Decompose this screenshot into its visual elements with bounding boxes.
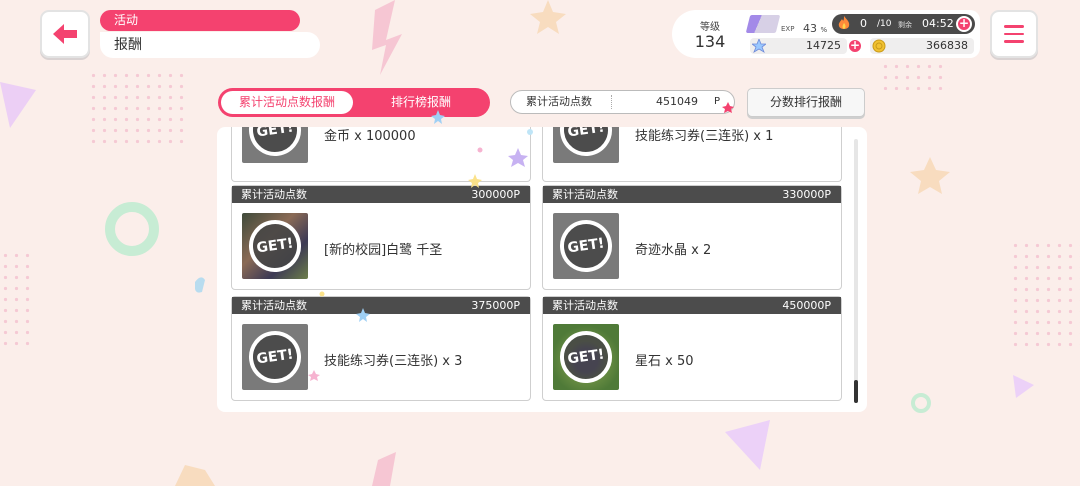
reward-thumbnail: GET! bbox=[553, 324, 619, 390]
reward-name: 金币 x 100000 bbox=[324, 129, 416, 144]
reward-name: 星石 x 50 bbox=[635, 354, 694, 369]
get-badge: GET! bbox=[245, 216, 305, 276]
add-stars-button[interactable]: + bbox=[847, 38, 863, 54]
get-badge: GET! bbox=[245, 127, 305, 160]
tab-ranking[interactable]: 排行榜报酬 bbox=[354, 91, 488, 114]
list-item: 累计活动点数 330000P GET! 奇迹水晶 x 2 bbox=[542, 185, 842, 290]
coin-icon bbox=[872, 39, 886, 53]
points-requirement: 450000P bbox=[782, 299, 831, 312]
list-item: GET! 技能练习券(三连张) x 1 bbox=[542, 127, 842, 182]
card-header: 累计活动点数 330000P bbox=[543, 186, 841, 203]
page-title: 报酬 bbox=[100, 32, 320, 58]
exp-percent: 43 % bbox=[803, 22, 828, 35]
reward-list[interactable]: GET! 金币 x 100000 GET! 技能练习券(三连张) x 1 累计活… bbox=[217, 127, 867, 412]
reward-thumbnail: GET! bbox=[553, 213, 619, 279]
reward-name: 技能练习券(三连张) x 3 bbox=[324, 354, 463, 369]
reward-thumbnail: GET! bbox=[242, 213, 308, 279]
stamina-max: /10 bbox=[877, 19, 892, 29]
reward-thumbnail: GET! bbox=[242, 127, 308, 163]
reward-name: 奇迹水晶 x 2 bbox=[635, 243, 712, 258]
get-badge: GET! bbox=[556, 216, 616, 276]
stamina-timer: 04:52 bbox=[922, 17, 954, 30]
star-gem-icon bbox=[752, 39, 766, 53]
reward-name: [新的校园]白鹭 千圣 bbox=[324, 243, 443, 258]
list-item: 累计活动点数 375000P GET! 技能练习券(三连张) x 3 bbox=[231, 296, 531, 401]
get-badge: GET! bbox=[556, 127, 616, 160]
list-item: GET! 金币 x 100000 bbox=[231, 127, 531, 182]
list-item: 累计活动点数 300000P GET! [新的校园]白鹭 千圣 bbox=[231, 185, 531, 290]
scrollbar-thumb[interactable] bbox=[854, 380, 858, 403]
points-value: 451049 bbox=[656, 95, 698, 108]
back-arrow-icon bbox=[53, 24, 77, 44]
level-value: 134 bbox=[694, 32, 726, 51]
scrollbar-track[interactable] bbox=[854, 139, 858, 403]
score-ranking-button[interactable]: 分数排行报酬 bbox=[747, 88, 865, 117]
flame-icon bbox=[838, 16, 850, 29]
menu-icon bbox=[1004, 25, 1024, 28]
back-button[interactable] bbox=[40, 10, 90, 58]
points-unit: P bbox=[713, 96, 720, 107]
points-requirement: 300000P bbox=[471, 188, 520, 201]
player-status: 等级 134 EXP 43 % 0 /10 剩余 04:52 + 14725 +… bbox=[672, 10, 980, 58]
reward-name: 技能练习券(三连张) x 1 bbox=[635, 129, 774, 144]
card-header: 累计活动点数 450000P bbox=[543, 297, 841, 314]
reward-thumbnail: GET! bbox=[553, 127, 619, 163]
tab-cumulative-points[interactable]: 累计活动点数报酬 bbox=[221, 91, 353, 114]
remaining-label: 剩余 bbox=[898, 21, 912, 29]
add-stamina-button[interactable]: + bbox=[956, 16, 972, 32]
points-requirement: 330000P bbox=[782, 188, 831, 201]
reward-tabs: 累计活动点数报酬 排行榜报酬 bbox=[218, 88, 490, 117]
list-item: 累计活动点数 450000P GET! 星石 x 50 bbox=[542, 296, 842, 401]
stamina-box: 0 /10 剩余 04:52 + bbox=[832, 14, 975, 34]
card-header: 累计活动点数 375000P bbox=[232, 297, 530, 314]
get-badge: GET! bbox=[556, 327, 616, 387]
page-category: 活动 bbox=[100, 10, 300, 31]
event-points-display: 累计活动点数 451049 P bbox=[510, 90, 735, 114]
stamina-value: 0 bbox=[860, 17, 867, 30]
points-label: 累计活动点数 bbox=[526, 95, 592, 108]
menu-button[interactable] bbox=[990, 10, 1038, 58]
get-badge: GET! bbox=[245, 327, 305, 387]
exp-label: EXP bbox=[781, 25, 795, 33]
level-label: 等级 bbox=[700, 22, 720, 33]
reward-thumbnail: GET! bbox=[242, 324, 308, 390]
card-header: 累计活动点数 300000P bbox=[232, 186, 530, 203]
exp-bar bbox=[745, 15, 781, 33]
points-requirement: 375000P bbox=[471, 299, 520, 312]
page-title-block: 活动 报酬 bbox=[100, 10, 320, 58]
